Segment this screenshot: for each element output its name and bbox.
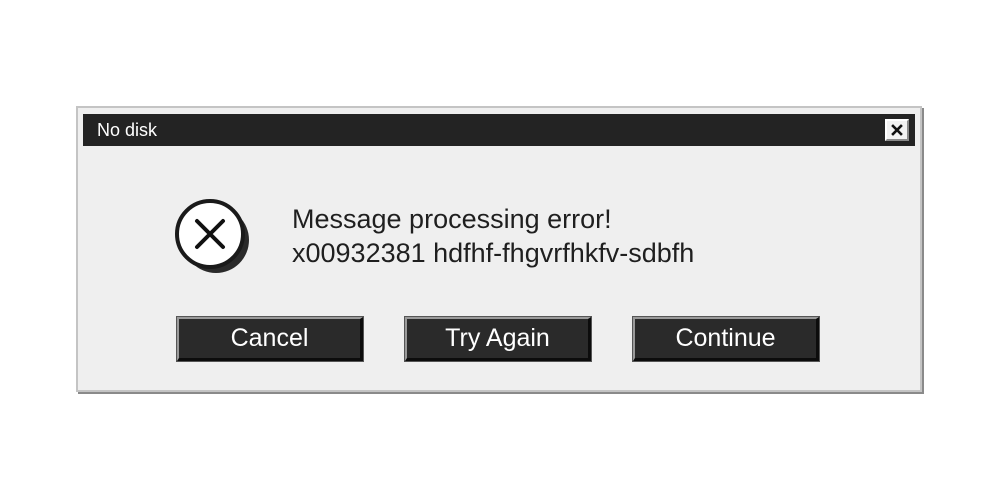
close-button[interactable] (885, 119, 909, 141)
continue-button[interactable]: Continue (633, 317, 819, 361)
dialog-title: No disk (97, 120, 158, 140)
error-message-code: x00932381 hdfhf-fhgvrfhkfv-sdbfh (292, 238, 695, 268)
screen: No disk Message processing error! x00932… (0, 0, 1000, 500)
error-message-title: Message processing error! (292, 204, 612, 234)
try-again-button[interactable]: Try Again (405, 317, 591, 361)
close-icon (891, 124, 903, 136)
error-dialog: No disk Message processing error! x00932… (76, 106, 922, 392)
cancel-button[interactable]: Cancel (177, 317, 363, 361)
dialog-titlebar[interactable]: No disk (83, 114, 915, 146)
error-message: Message processing error! x00932381 hdfh… (292, 202, 694, 270)
error-x-icon (175, 199, 249, 273)
